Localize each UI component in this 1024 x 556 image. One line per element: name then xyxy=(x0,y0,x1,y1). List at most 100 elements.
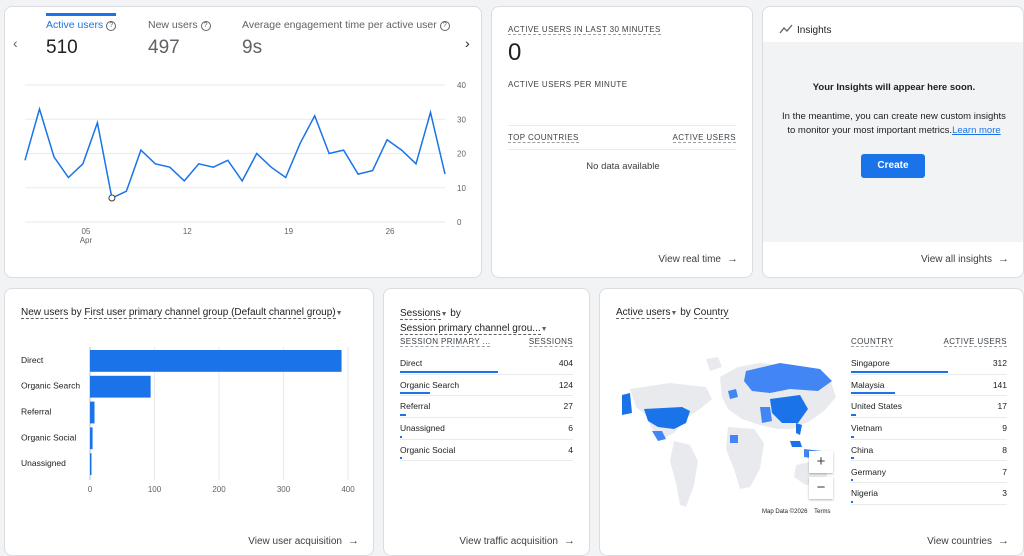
data-point[interactable] xyxy=(108,194,116,202)
x-tick-label: 05 xyxy=(81,227,90,236)
row-value: 4 xyxy=(568,444,573,455)
x-tick-label: 400 xyxy=(341,485,355,494)
bar[interactable] xyxy=(90,401,95,424)
dimension-selector[interactable]: First user primary channel group (Defaul… xyxy=(84,307,336,319)
arrow-right-icon: → xyxy=(348,535,359,547)
insights-body: Your Insights will appear here soon. In … xyxy=(763,42,1023,242)
create-button[interactable]: Create xyxy=(861,154,925,178)
row-value: 17 xyxy=(997,401,1007,412)
realtime-heading[interactable]: ACTIVE USERS IN LAST 30 MINUTES xyxy=(508,25,661,35)
metric-active-users-tab[interactable]: Active users? 510 xyxy=(46,13,117,59)
bar[interactable] xyxy=(90,427,93,450)
learn-more-link[interactable]: Learn more xyxy=(952,125,1001,136)
table-row[interactable]: Singapore 312 xyxy=(851,353,1007,375)
overview-card: ‹ Active users? 510 New users? 497 Avera… xyxy=(4,6,482,278)
table-row[interactable]: Vietnam 9 xyxy=(851,418,1007,440)
zoom-in-button[interactable]: + xyxy=(809,451,833,473)
bar[interactable] xyxy=(90,350,342,372)
col-country[interactable]: COUNTRY xyxy=(851,337,894,347)
line-chart: 40 30 20 10 0 05 12 19 26 Apr xyxy=(24,81,466,245)
view-all-insights-link[interactable]: View all insights → xyxy=(921,253,1009,265)
world-map[interactable] xyxy=(610,337,842,517)
x-tick-label: 19 xyxy=(284,227,293,236)
map-malaysia[interactable] xyxy=(790,441,802,447)
table-row[interactable]: China 8 xyxy=(851,440,1007,462)
table-row[interactable]: Referral 27 xyxy=(400,396,573,419)
category-label: Direct xyxy=(21,355,44,365)
bar[interactable] xyxy=(90,375,151,398)
map-india[interactable] xyxy=(760,407,772,423)
metric-new-users-tab[interactable]: New users? 497 xyxy=(148,19,211,59)
view-countries-link[interactable]: View countries → xyxy=(927,535,1009,547)
map-alaska[interactable] xyxy=(622,393,632,415)
dimension-selector[interactable]: Country xyxy=(693,307,729,319)
view-user-acquisition-link[interactable]: View user acquisition → xyxy=(248,535,359,547)
table-row[interactable]: United States 17 xyxy=(851,396,1007,419)
dropdown-caret-icon[interactable]: ▼ xyxy=(441,311,448,318)
share-bar xyxy=(400,457,402,460)
x-tick-label: 26 xyxy=(386,227,395,236)
y-tick-label: 30 xyxy=(457,115,466,124)
table-row[interactable]: Germany 7 xyxy=(851,462,1007,484)
by-label: by xyxy=(680,307,691,318)
col-active-users[interactable]: ACTIVE USERS xyxy=(672,133,736,143)
dropdown-caret-icon[interactable]: ▼ xyxy=(541,326,548,333)
col-active-users[interactable]: ACTIVE USERS xyxy=(943,337,1007,347)
bar[interactable] xyxy=(90,453,92,475)
col-sessions[interactable]: SESSIONS xyxy=(528,337,573,347)
row-value: 8 xyxy=(1002,444,1007,455)
view-traffic-acquisition-link[interactable]: View traffic acquisition → xyxy=(459,535,575,547)
row-label: Malaysia xyxy=(851,379,885,390)
share-bar xyxy=(851,392,895,395)
traffic-acquisition-card: Sessions▼ by Session primary channel gro… xyxy=(383,288,590,556)
row-value: 27 xyxy=(563,401,573,412)
dropdown-caret-icon[interactable]: ▼ xyxy=(336,310,343,317)
row-value: 9 xyxy=(1002,423,1007,434)
help-icon[interactable]: ? xyxy=(439,21,450,31)
x-tick-label: 300 xyxy=(277,485,291,494)
link-label: View user acquisition xyxy=(248,536,342,547)
x-tick-label: 0 xyxy=(88,485,93,494)
col-top-countries[interactable]: TOP COUNTRIES xyxy=(508,133,579,143)
table-row[interactable]: Nigeria 3 xyxy=(851,483,1007,505)
table-row[interactable]: Organic Social 4 xyxy=(400,440,573,462)
share-bar xyxy=(851,479,854,482)
dimension-selector[interactable]: Session primary channel grou... xyxy=(400,323,541,335)
link-label: View traffic acquisition xyxy=(459,536,558,547)
by-label: by xyxy=(71,307,82,318)
empty-message: No data available xyxy=(586,161,660,172)
help-icon[interactable]: ? xyxy=(106,21,117,31)
view-realtime-link[interactable]: View real time → xyxy=(658,253,738,265)
terms-link[interactable]: Terms xyxy=(814,509,830,515)
map-vietnam[interactable] xyxy=(796,423,802,435)
table-row[interactable]: Organic Search 124 xyxy=(400,375,573,397)
metric-selector[interactable]: Active users xyxy=(616,307,671,319)
insights-header: Insights xyxy=(779,24,831,36)
countries-card: Active users▼ by Country + − Map Data ©2… xyxy=(599,288,1024,556)
chevron-left-icon[interactable]: ‹ xyxy=(13,35,18,51)
map-credit: Map Data ©2026 Terms xyxy=(762,509,830,515)
map-data-credit: Map Data ©2026 xyxy=(762,509,808,515)
share-bar xyxy=(400,435,402,438)
metric-engagement-tab[interactable]: Average engagement time per active user?… xyxy=(242,19,450,59)
row-label: Organic Search xyxy=(400,379,460,390)
table-row[interactable]: Direct 404 xyxy=(400,353,573,375)
dropdown-caret-icon[interactable]: ▼ xyxy=(670,310,677,317)
row-label: Vietnam xyxy=(851,423,883,434)
map-nigeria[interactable] xyxy=(730,435,738,443)
countries-title: Active users▼ by Country xyxy=(616,307,729,319)
help-icon[interactable]: ? xyxy=(200,21,211,31)
table-row[interactable]: Unassigned 6 xyxy=(400,418,573,440)
table-row[interactable]: Malaysia 141 xyxy=(851,375,1007,397)
metric-value: 9s xyxy=(242,37,263,58)
category-label: Organic Search xyxy=(21,381,80,391)
share-bar xyxy=(851,457,854,460)
category-label: Unassigned xyxy=(21,458,66,468)
col-session-primary[interactable]: SESSION PRIMARY ... xyxy=(400,337,491,347)
zoom-out-button[interactable]: − xyxy=(809,477,833,499)
insights-body-text: In the meantime, you can create new cust… xyxy=(781,110,1007,138)
metric-selector[interactable]: Sessions xyxy=(400,308,441,320)
arrow-right-icon: → xyxy=(564,535,575,547)
chevron-right-icon[interactable]: › xyxy=(465,35,470,51)
metric-selector[interactable]: New users xyxy=(21,307,69,319)
